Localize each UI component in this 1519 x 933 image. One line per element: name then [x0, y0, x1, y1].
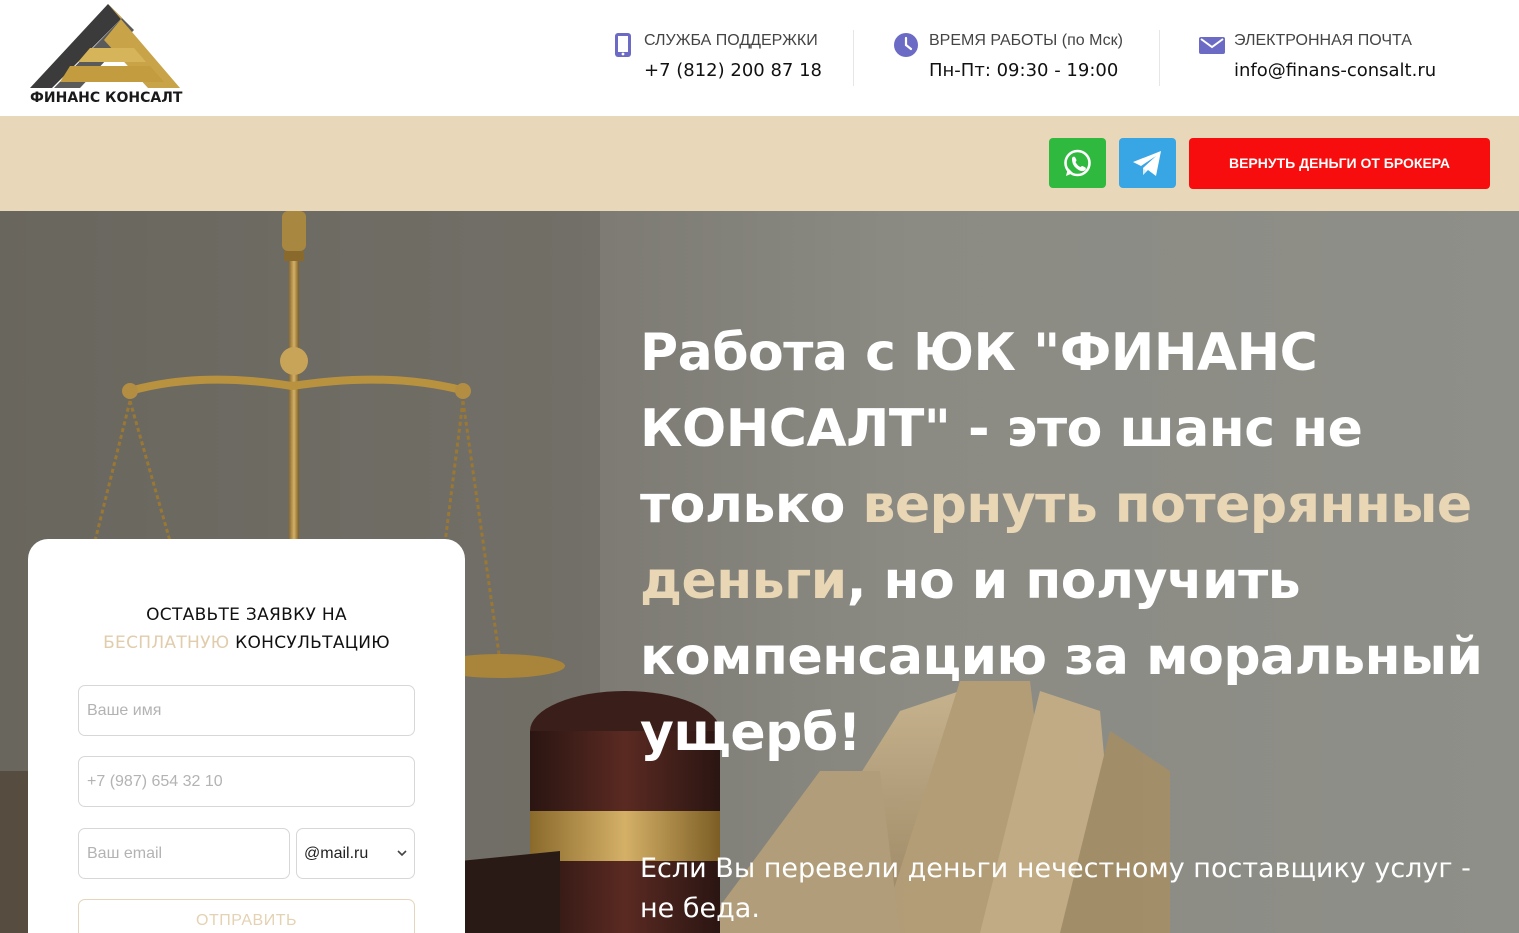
email-input[interactable]: [78, 828, 290, 879]
action-bar: ВЕРНУТЬ ДЕНЬГИ ОТ БРОКЕРА: [0, 116, 1519, 211]
work-hours-block: ВРЕМЯ РАБОТЫ (по Мск) Пн-Пт: 09:30 - 19:…: [893, 30, 1133, 86]
form-title-line1: ОСТАВЬТЕ ЗАЯВКУ НА: [146, 605, 347, 625]
hero-section: Работа с ЮК "ФИНАНС КОНСАЛТ" - это шанс …: [0, 211, 1519, 933]
form-title-accent: БЕСПЛАТНУЮ: [103, 633, 230, 653]
phone-icon: [615, 33, 631, 57]
phone-input[interactable]: [78, 756, 415, 807]
whatsapp-button[interactable]: [1049, 138, 1106, 188]
logo-triangle-icon: [30, 4, 180, 88]
chevron-down-icon: [397, 850, 407, 857]
whatsapp-icon: [1064, 149, 1091, 177]
company-logo[interactable]: ФИНАНС КОНСАЛТ: [30, 4, 190, 110]
header-divider: [853, 30, 854, 86]
clock-icon: [894, 33, 918, 57]
support-label: СЛУЖБА ПОДДЕРЖКИ: [644, 32, 818, 49]
email-block: ЭЛЕКТРОННАЯ ПОЧТА info@finans-consalt.ru: [1199, 30, 1469, 86]
name-input[interactable]: [78, 685, 415, 736]
support-phone[interactable]: +7 (812) 200 87 18: [644, 60, 822, 81]
hero-subtext: Если Вы перевели деньги нечестному поста…: [640, 853, 1471, 924]
header-divider: [1159, 30, 1160, 86]
mail-icon: [1199, 37, 1225, 54]
form-title: ОСТАВЬТЕ ЗАЯВКУ НА БЕСПЛАТНУЮ КОНСУЛЬТАЦ…: [28, 601, 465, 657]
email-label: ЭЛЕКТРОННАЯ ПОЧТА: [1234, 32, 1412, 49]
submit-button[interactable]: ОТПРАВИТЬ: [78, 899, 415, 933]
telegram-icon: [1133, 151, 1161, 176]
site-header: ФИНАНС КОНСАЛТ СЛУЖБА ПОДДЕРЖКИ +7 (812)…: [0, 0, 1519, 116]
return-money-button[interactable]: ВЕРНУТЬ ДЕНЬГИ ОТ БРОКЕРА: [1189, 138, 1490, 189]
consultation-form: ОСТАВЬТЕ ЗАЯВКУ НА БЕСПЛАТНУЮ КОНСУЛЬТАЦ…: [28, 539, 465, 933]
work-hours-label: ВРЕМЯ РАБОТЫ (по Мск): [929, 32, 1123, 49]
hero-headline: Работа с ЮК "ФИНАНС КОНСАЛТ" - это шанс …: [640, 315, 1490, 771]
email-address[interactable]: info@finans-consalt.ru: [1234, 60, 1436, 81]
logo-text: ФИНАНС КОНСАЛТ: [30, 90, 183, 106]
email-domain-value: @mail.ru: [304, 845, 369, 862]
work-hours-value: Пн-Пт: 09:30 - 19:00: [929, 60, 1119, 81]
support-phone-block: СЛУЖБА ПОДДЕРЖКИ +7 (812) 200 87 18: [611, 30, 831, 86]
email-domain-select[interactable]: @mail.ru: [296, 828, 415, 879]
telegram-button[interactable]: [1119, 138, 1176, 188]
form-title-rest: КОНСУЛЬТАЦИЮ: [229, 633, 390, 653]
